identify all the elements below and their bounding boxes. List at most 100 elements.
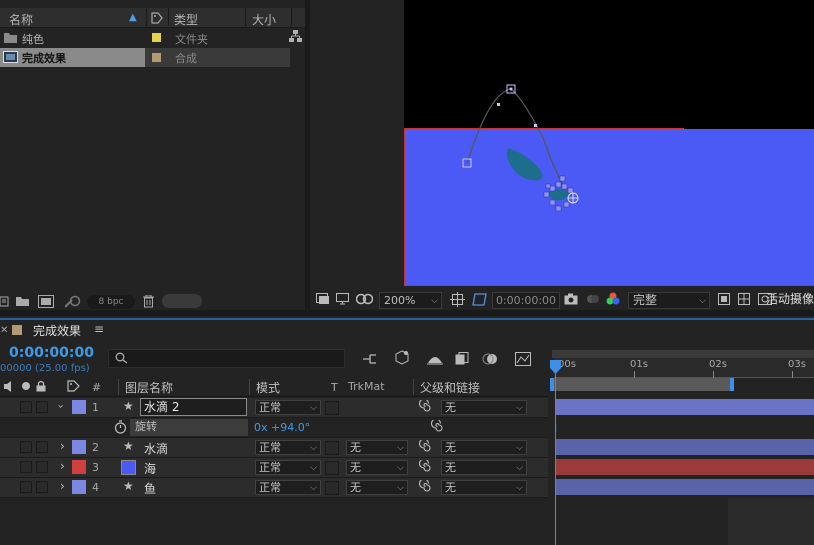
lock-switch[interactable] [36, 461, 48, 473]
bit-depth-button[interactable]: 8 bpc [87, 295, 135, 309]
new-composition-icon[interactable] [38, 295, 54, 311]
blend-mode-dropdown[interactable]: 正常 ⌵ [255, 460, 321, 475]
monitor-icon[interactable] [336, 293, 349, 308]
region-of-interest-icon[interactable] [472, 292, 487, 310]
parent-dropdown[interactable]: 无 ⌵ [441, 400, 527, 415]
pick-whip-icon[interactable] [418, 398, 432, 416]
zoom-dropdown[interactable]: 200% ⌵ [379, 292, 442, 309]
current-time-field[interactable]: 0:00:00:00 [492, 292, 560, 309]
col-layer-name-header[interactable]: 图层名称 [125, 379, 173, 396]
trkmat-dropdown[interactable]: 无 ⌵ [346, 440, 408, 455]
label-color-sand[interactable] [152, 53, 161, 62]
layer-label-color[interactable] [72, 460, 86, 474]
label-tag-icon[interactable] [151, 12, 163, 24]
frame-blending-icon[interactable] [455, 352, 469, 369]
show-snapshot-icon[interactable] [586, 293, 600, 308]
trkmat-dropdown[interactable]: 无 ⌵ [346, 460, 408, 475]
layer-label-color[interactable] [72, 480, 86, 494]
trkmat-dropdown[interactable]: 无 ⌵ [346, 480, 408, 495]
snapshot-camera-icon[interactable] [564, 293, 578, 308]
layer-duration-bar[interactable] [556, 459, 814, 475]
panel-menu-icon[interactable]: ≡ [94, 322, 104, 336]
layer-row[interactable]: › 3 海 正常 ⌵ 无 ⌵ 无 ⌵ [0, 458, 548, 478]
expand-chevron-icon[interactable]: › [60, 439, 65, 453]
parent-dropdown[interactable]: 无 ⌵ [441, 460, 527, 475]
expand-chevron-icon[interactable]: › [60, 479, 65, 493]
work-area-end-handle[interactable] [730, 378, 734, 391]
preserve-transparency-toggle[interactable] [325, 401, 339, 415]
rotation-value[interactable]: 0x +94.0° [254, 421, 310, 434]
solo-icon[interactable] [22, 382, 30, 390]
layer-duration-bar[interactable] [556, 439, 814, 455]
solo-switch[interactable] [20, 461, 32, 473]
preserve-transparency-toggle[interactable] [325, 441, 339, 455]
label-color-yellow[interactable] [152, 33, 161, 42]
resolution-dropdown[interactable]: 完整 ⌵ [628, 292, 710, 309]
layer-label-color[interactable] [72, 440, 86, 454]
current-time-indicator[interactable] [555, 364, 556, 545]
solo-switch[interactable] [20, 481, 32, 493]
audio-icon[interactable] [4, 381, 14, 395]
sort-arrow-icon[interactable]: ▲ [129, 12, 137, 23]
parent-dropdown[interactable]: 无 ⌵ [441, 440, 527, 455]
col-name-header[interactable]: 名称 [9, 11, 33, 28]
label-tag-icon[interactable] [67, 380, 80, 396]
layer-duration-bar[interactable] [556, 479, 814, 495]
fast-preview-icon[interactable] [718, 293, 730, 308]
trash-icon[interactable] [143, 294, 154, 311]
expand-chevron-icon[interactable]: › [60, 459, 65, 473]
motion-blur-icon[interactable] [482, 352, 498, 369]
layer-search-input[interactable] [108, 349, 345, 368]
transparency-grid-icon[interactable] [738, 293, 750, 308]
expression-whip-icon[interactable] [430, 418, 444, 436]
work-area-bar[interactable] [552, 378, 732, 391]
project-settings-icon[interactable] [64, 295, 81, 311]
camera-dropdown[interactable]: 活动摄像 [762, 292, 814, 309]
expand-chevron-icon[interactable]: › [55, 404, 68, 408]
draft-3d-icon[interactable] [394, 350, 410, 369]
panel-divider[interactable] [0, 310, 814, 316]
grid-guide-icon[interactable] [450, 292, 465, 310]
thumbnail-slider[interactable] [162, 294, 202, 308]
blend-mode-dropdown[interactable]: 正常 ⌵ [255, 400, 321, 415]
lock-switch[interactable] [36, 401, 48, 413]
col-trkmat-header[interactable]: TrkMat [348, 380, 385, 393]
layer-row[interactable]: › 2 ★ 水滴 正常 ⌵ 无 ⌵ 无 ⌵ [0, 438, 548, 458]
blend-mode-dropdown[interactable]: 正常 ⌵ [255, 480, 321, 495]
col-mode-header[interactable]: 模式 [256, 379, 280, 396]
mask-visibility-icon[interactable] [355, 293, 374, 308]
layer-name-edit-field[interactable]: 水滴 2 [140, 398, 247, 416]
comp-flowchart-icon[interactable] [362, 353, 378, 368]
project-item-folder[interactable]: 纯色 文件夹 [0, 29, 305, 48]
preserve-transparency-toggle[interactable] [325, 481, 339, 495]
preserve-transparency-toggle[interactable] [325, 461, 339, 475]
layer-name[interactable]: 海 [144, 460, 156, 477]
stopwatch-icon[interactable] [114, 420, 127, 437]
layer-duration-bar[interactable] [556, 399, 814, 415]
work-area-top-bar[interactable] [552, 350, 814, 358]
motion-path-overlay[interactable] [404, 0, 814, 290]
graph-editor-icon[interactable] [515, 352, 531, 369]
pick-whip-icon[interactable] [418, 458, 432, 476]
interpret-footage-icon[interactable] [0, 296, 10, 310]
timeline-tab-title[interactable]: 完成效果 [33, 322, 81, 339]
blend-mode-dropdown[interactable]: 正常 ⌵ [255, 440, 321, 455]
layer-label-color[interactable] [72, 400, 86, 414]
layer-row[interactable]: › 4 ★ 鱼 正常 ⌵ 无 ⌵ 无 ⌵ [0, 478, 548, 498]
parent-dropdown[interactable]: 无 ⌵ [441, 480, 527, 495]
current-time-display[interactable]: 0:00:00:00 [9, 345, 94, 361]
lock-switch[interactable] [36, 441, 48, 453]
channel-rgb-icon[interactable] [606, 292, 620, 309]
col-type-header[interactable]: 类型 [174, 11, 198, 28]
col-size-header[interactable]: 大小 [252, 11, 276, 28]
cti-head-icon[interactable] [550, 360, 561, 377]
shy-layers-icon[interactable] [427, 353, 443, 368]
pick-whip-icon[interactable] [418, 438, 432, 456]
layer-name[interactable]: 鱼 [144, 480, 156, 497]
layer-row[interactable]: › 1 ★ 水滴 2 正常 ⌵ 无 ⌵ [0, 398, 548, 418]
work-area-start-handle[interactable] [550, 378, 554, 391]
layer-name[interactable]: 水滴 [144, 440, 168, 457]
timeline-graph[interactable]: 00s 01s 02s 03s I [548, 340, 814, 545]
property-row-rotation[interactable]: 旋转 0x +94.0° [0, 418, 548, 438]
flowchart-icon[interactable] [289, 30, 302, 46]
